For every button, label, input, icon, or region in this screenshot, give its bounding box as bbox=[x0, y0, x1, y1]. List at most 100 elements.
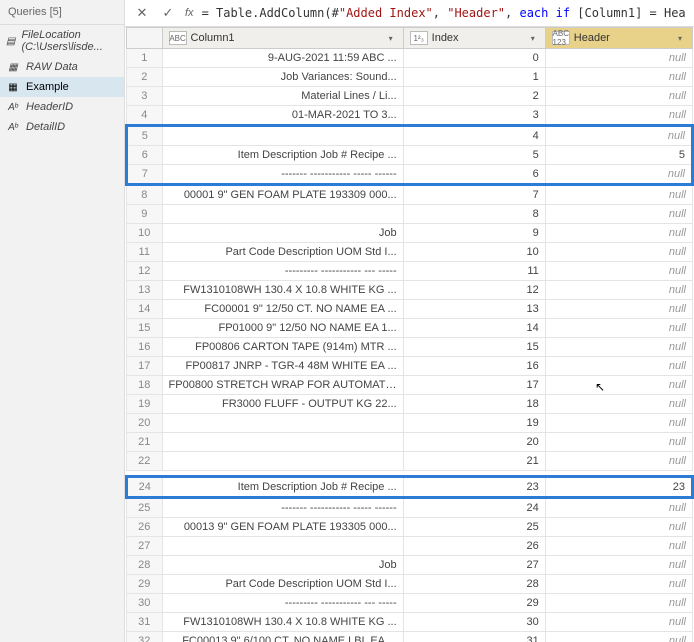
cell-index[interactable]: 5 bbox=[403, 146, 545, 165]
table-row[interactable]: 13FW1310108WH 130.4 X 10.8 WHITE KG ...1… bbox=[127, 281, 693, 300]
cell-index[interactable]: 13 bbox=[403, 300, 545, 319]
cell-index[interactable]: 21 bbox=[403, 452, 545, 471]
row-number-header[interactable] bbox=[127, 28, 163, 49]
cell-index[interactable]: 24 bbox=[403, 498, 545, 518]
cell-header[interactable]: null bbox=[545, 452, 692, 471]
row-number-cell[interactable]: 11 bbox=[127, 243, 163, 262]
cell-column1[interactable]: Part Code Description UOM Std I... bbox=[162, 575, 403, 594]
cell-column1[interactable]: Material Lines / Li... bbox=[162, 87, 403, 106]
cell-column1[interactable]: FC00001 9" 12/50 CT. NO NAME EA ... bbox=[162, 300, 403, 319]
cell-header[interactable]: 23 bbox=[545, 477, 692, 498]
cell-header[interactable]: null bbox=[545, 414, 692, 433]
table-row[interactable]: 401-MAR-2021 TO 3...3null bbox=[127, 106, 693, 126]
cell-header[interactable]: null bbox=[545, 126, 692, 146]
cell-column1[interactable]: Job bbox=[162, 224, 403, 243]
cell-header[interactable]: null bbox=[545, 106, 692, 126]
cell-column1[interactable]: FP00817 JNRP - TGR-4 48M WHITE EA ... bbox=[162, 357, 403, 376]
cell-header[interactable]: null bbox=[545, 575, 692, 594]
row-number-cell[interactable]: 12 bbox=[127, 262, 163, 281]
cell-column1[interactable]: 00001 9" GEN FOAM PLATE 193309 000... bbox=[162, 185, 403, 205]
table-row[interactable]: 10Job9null bbox=[127, 224, 693, 243]
cell-header[interactable]: null bbox=[545, 433, 692, 452]
row-number-cell[interactable]: 21 bbox=[127, 433, 163, 452]
cell-header[interactable]: 5 bbox=[545, 146, 692, 165]
table-row[interactable]: 3Material Lines / Li...2null bbox=[127, 87, 693, 106]
row-number-cell[interactable]: 5 bbox=[127, 126, 163, 146]
cell-index[interactable]: 17 bbox=[403, 376, 545, 395]
table-row[interactable]: 21 20null bbox=[127, 433, 693, 452]
cell-header[interactable]: null bbox=[545, 49, 692, 68]
cell-index[interactable]: 2 bbox=[403, 87, 545, 106]
sidebar-item[interactable]: AᵇHeaderID bbox=[0, 97, 124, 117]
cell-index[interactable]: 8 bbox=[403, 205, 545, 224]
row-number-cell[interactable]: 4 bbox=[127, 106, 163, 126]
cell-header[interactable]: null bbox=[545, 613, 692, 632]
sidebar-item[interactable]: ▦RAW Data bbox=[0, 57, 124, 77]
row-number-cell[interactable]: 7 bbox=[127, 165, 163, 185]
cell-column1[interactable]: --------- ----------- --- ----- bbox=[162, 594, 403, 613]
filter-dropdown-icon[interactable]: ▾ bbox=[674, 32, 686, 44]
cell-header[interactable]: null bbox=[545, 537, 692, 556]
column-header-header[interactable]: ABC 123 Header ▾ bbox=[545, 28, 692, 49]
cell-index[interactable]: 20 bbox=[403, 433, 545, 452]
cell-column1[interactable]: Item Description Job # Recipe ... bbox=[162, 146, 403, 165]
table-row[interactable]: 800001 9" GEN FOAM PLATE 193309 000...7n… bbox=[127, 185, 693, 205]
row-number-cell[interactable]: 6 bbox=[127, 146, 163, 165]
sidebar-item[interactable]: ▦Example bbox=[0, 77, 124, 97]
cell-index[interactable]: 12 bbox=[403, 281, 545, 300]
table-row[interactable]: 2019null bbox=[127, 414, 693, 433]
sidebar-item[interactable]: ▤FileLocation (C:\Users\lisde... bbox=[0, 25, 124, 57]
row-number-cell[interactable]: 1 bbox=[127, 49, 163, 68]
cell-header[interactable]: null bbox=[545, 319, 692, 338]
cell-index[interactable]: 23 bbox=[403, 477, 545, 498]
row-number-cell[interactable]: 30 bbox=[127, 594, 163, 613]
formula-commit-button[interactable]: ✓ bbox=[159, 4, 177, 22]
table-row[interactable]: 2Job Variances: Sound...1null bbox=[127, 68, 693, 87]
cell-column1[interactable]: FP00800 STRETCH WRAP FOR AUTOMATI... bbox=[162, 376, 403, 395]
cell-column1[interactable]: ------- ----------- ----- ------ bbox=[162, 498, 403, 518]
cell-index[interactable]: 27 bbox=[403, 556, 545, 575]
cell-header[interactable]: null bbox=[545, 185, 692, 205]
table-row[interactable]: 24Item Description Job # Recipe ...2323 bbox=[127, 477, 693, 498]
cell-index[interactable]: 31 bbox=[403, 632, 545, 642]
row-number-cell[interactable]: 29 bbox=[127, 575, 163, 594]
row-number-cell[interactable]: 32 bbox=[127, 632, 163, 642]
cell-header[interactable]: null bbox=[545, 68, 692, 87]
table-row[interactable]: 30--------- ----------- --- -----29null bbox=[127, 594, 693, 613]
cell-column1[interactable] bbox=[162, 205, 403, 224]
cell-index[interactable]: 7 bbox=[403, 185, 545, 205]
datatype-icon[interactable]: ABC bbox=[169, 31, 187, 45]
data-grid[interactable]: ABC Column1 ▾ 1²₃ Index ▾ bbox=[125, 27, 694, 642]
filter-dropdown-icon[interactable]: ▾ bbox=[527, 32, 539, 44]
row-number-cell[interactable]: 31 bbox=[127, 613, 163, 632]
cell-column1[interactable]: FW1310108WH 130.4 X 10.8 WHITE KG ... bbox=[162, 613, 403, 632]
cell-column1[interactable]: 9-AUG-2021 11:59 ABC ... bbox=[162, 49, 403, 68]
cell-index[interactable]: 6 bbox=[403, 165, 545, 185]
cell-index[interactable]: 26 bbox=[403, 537, 545, 556]
cell-header[interactable]: null bbox=[545, 87, 692, 106]
cell-column1[interactable]: FP00806 CARTON TAPE (914m) MTR ... bbox=[162, 338, 403, 357]
cell-index[interactable]: 30 bbox=[403, 613, 545, 632]
table-row[interactable]: 29Part Code Description UOM Std I...28nu… bbox=[127, 575, 693, 594]
table-row[interactable]: 18FP00800 STRETCH WRAP FOR AUTOMATI...17… bbox=[127, 376, 693, 395]
cell-index[interactable]: 25 bbox=[403, 518, 545, 537]
cell-column1[interactable]: Part Code Description UOM Std I... bbox=[162, 243, 403, 262]
datatype-icon[interactable]: 1²₃ bbox=[410, 31, 428, 45]
row-number-cell[interactable]: 15 bbox=[127, 319, 163, 338]
table-row[interactable]: 11Part Code Description UOM Std I...10nu… bbox=[127, 243, 693, 262]
row-number-cell[interactable]: 9 bbox=[127, 205, 163, 224]
cell-header[interactable]: null bbox=[545, 300, 692, 319]
formula-text[interactable]: = Table.AddColumn(#"Added Index", "Heade… bbox=[202, 6, 686, 20]
cell-column1[interactable]: Job bbox=[162, 556, 403, 575]
cell-column1[interactable]: Job Variances: Sound... bbox=[162, 68, 403, 87]
cell-header[interactable]: null bbox=[545, 556, 692, 575]
cell-column1[interactable]: --------- ----------- --- ----- bbox=[162, 262, 403, 281]
column-header-column1[interactable]: ABC Column1 ▾ bbox=[162, 28, 403, 49]
datatype-icon[interactable]: ABC 123 bbox=[552, 31, 570, 45]
table-row[interactable]: 6Item Description Job # Recipe ...55 bbox=[127, 146, 693, 165]
table-row[interactable]: 2726null bbox=[127, 537, 693, 556]
cell-header[interactable]: null bbox=[545, 243, 692, 262]
table-row[interactable]: 2600013 9" GEN FOAM PLATE 193305 000...2… bbox=[127, 518, 693, 537]
cell-column1[interactable]: FW1310108WH 130.4 X 10.8 WHITE KG ... bbox=[162, 281, 403, 300]
formula-cancel-button[interactable]: ✕ bbox=[133, 4, 151, 22]
